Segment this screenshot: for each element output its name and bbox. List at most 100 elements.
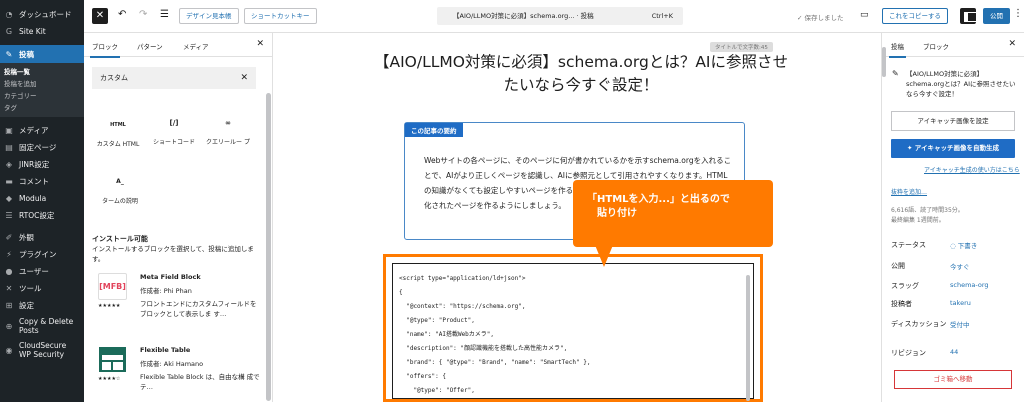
inserter-scrollbar[interactable] bbox=[266, 93, 271, 401]
submenu-tag[interactable]: タグ bbox=[0, 102, 84, 114]
sitekit-icon: G bbox=[5, 27, 13, 36]
settings-icon: ⊞ bbox=[5, 301, 13, 310]
code-line: "description": "顔認識機能を搭載した高性能カメラ", bbox=[399, 345, 568, 352]
settings-sidebar-toggle[interactable] bbox=[960, 8, 977, 24]
tab-blocks[interactable]: ブロック bbox=[90, 41, 120, 58]
submenu-category[interactable]: カテゴリー bbox=[0, 90, 84, 102]
menu-item-copy-delete[interactable]: ⊕ Copy & Delete Posts bbox=[0, 314, 84, 338]
admin-menu: ◔ ダッシュボード G Site Kit ✎ 投稿 投稿一覧 投稿を追加 カテゴリー … bbox=[0, 0, 84, 402]
status-value[interactable]: ◌ 下書き bbox=[950, 240, 977, 250]
tab-media[interactable]: メディア bbox=[183, 41, 209, 51]
copy-this-button[interactable]: これをコピーする bbox=[882, 8, 948, 24]
menu-label: Modula bbox=[19, 194, 47, 203]
close-inserter-button[interactable]: ✕ bbox=[92, 8, 108, 24]
installable-description: インストールするブロックを選択して、投稿に追加します。 bbox=[92, 245, 254, 263]
revisions-value[interactable]: 44 bbox=[950, 348, 958, 356]
tab-block[interactable]: ブロック bbox=[923, 41, 949, 51]
menu-item-tools[interactable]: ✕ ツール bbox=[0, 280, 84, 297]
menu-label: コメント bbox=[19, 177, 49, 186]
menu-label: プラグイン bbox=[19, 250, 57, 259]
document-overview-icon[interactable]: ☰ bbox=[160, 9, 169, 20]
block-shortcode[interactable]: [/] ショートコード bbox=[148, 119, 200, 147]
menu-item-sitekit[interactable]: G Site Kit bbox=[0, 23, 84, 40]
set-featured-image-button[interactable]: アイキャッチ画像を設定 bbox=[891, 111, 1015, 131]
block-label: ショートコード bbox=[152, 139, 195, 146]
custom-html-block[interactable]: <script type="application/ld+json"> { "@… bbox=[383, 254, 763, 402]
menu-item-pages[interactable]: ▤ 固定ページ bbox=[0, 139, 84, 156]
menu-label: 固定ページ bbox=[19, 143, 57, 152]
submenu-add-post[interactable]: 投稿を追加 bbox=[0, 78, 84, 90]
menu-item-rtoc[interactable]: ☰ RTOC設定 bbox=[0, 207, 84, 224]
plugin-name: Meta Field Block bbox=[140, 273, 201, 281]
menu-item-settings[interactable]: ⊞ 設定 bbox=[0, 297, 84, 314]
block-search-input[interactable]: カスタム ✕ bbox=[92, 67, 256, 89]
shortcut-key-button[interactable]: ショートカットキー bbox=[244, 8, 317, 24]
menu-item-cloudsecure[interactable]: ◉ CloudSecure WP Security bbox=[0, 338, 84, 362]
code-scrollbar[interactable] bbox=[746, 275, 750, 401]
author-value[interactable]: takeru bbox=[950, 299, 971, 307]
html-code-editor[interactable]: <script type="application/ld+json"> { "@… bbox=[392, 263, 754, 399]
discussion-label: ディスカッション bbox=[891, 320, 947, 328]
document-title: 【AIO/LLMO対策に必須】schema.org... · 投稿 bbox=[453, 7, 594, 25]
inserter-tabs: ブロック パターン メディア ✕ bbox=[84, 33, 272, 58]
settings-tabs: 投稿 ブロック ✕ bbox=[882, 33, 1024, 58]
menu-item-plugins[interactable]: ⚡ プラグイン bbox=[0, 246, 84, 263]
add-excerpt-link[interactable]: 抜粋を追加… bbox=[891, 187, 927, 196]
auto-featured-image-button[interactable]: ✦ アイキャッチ画像を自動生成 bbox=[891, 139, 1015, 158]
submenu-all-posts[interactable]: 投稿一覧 bbox=[0, 66, 84, 78]
copy-icon: ⊕ bbox=[5, 321, 13, 331]
tab-post[interactable]: 投稿 bbox=[889, 41, 906, 58]
status-text: 下書き bbox=[957, 242, 978, 250]
pin-icon: ✎ bbox=[892, 69, 899, 78]
block-label: クエリールー プ bbox=[206, 139, 250, 146]
settings-scrollbar[interactable] bbox=[882, 47, 886, 77]
discussion-value[interactable]: 受付中 bbox=[950, 319, 970, 329]
undo-icon[interactable]: ↶ bbox=[118, 9, 126, 20]
rating-stars: ★★★★☆ bbox=[98, 376, 121, 382]
redo-icon[interactable]: ↷ bbox=[139, 9, 147, 20]
callout-line-2: 貼り付け bbox=[597, 208, 637, 219]
magic-icon: ✦ bbox=[907, 144, 915, 152]
posts-submenu: 投稿一覧 投稿を追加 カテゴリー タグ bbox=[0, 63, 84, 117]
block-query-loop[interactable]: ∞ クエリールー プ bbox=[202, 119, 254, 147]
menu-item-modula[interactable]: ◆ Modula bbox=[0, 190, 84, 207]
move-to-trash-button[interactable]: ゴミ箱へ移動 bbox=[894, 370, 1012, 389]
close-icon[interactable]: ✕ bbox=[1008, 39, 1016, 49]
menu-item-media[interactable]: ▣ メディア bbox=[0, 122, 84, 139]
close-icon[interactable]: ✕ bbox=[256, 39, 264, 49]
block-custom-html[interactable]: HTML カスタム HTML bbox=[92, 121, 144, 149]
tab-patterns[interactable]: パターン bbox=[137, 41, 163, 51]
installable-heading: インストール可能 bbox=[92, 235, 148, 243]
mfb-logo: [MFB] bbox=[98, 273, 127, 300]
post-title[interactable]: 【AIO/LLMO対策に必須】schema.orgとは？AIに参照させたいなら今… bbox=[371, 51, 791, 97]
publish-button[interactable]: 公開 bbox=[983, 8, 1010, 24]
options-icon[interactable]: ⋮ bbox=[1013, 8, 1023, 19]
document-title-bar[interactable]: 【AIO/LLMO対策に必須】schema.org... · 投稿 Ctrl+K bbox=[437, 7, 683, 25]
saved-status: ✓ 保存しました bbox=[797, 14, 844, 22]
auto-howto-link[interactable]: アイキャッチ生成の使い方はこちら bbox=[924, 165, 1020, 174]
view-icon[interactable]: ▭ bbox=[860, 10, 869, 20]
menu-item-dashboard[interactable]: ◔ ダッシュボード bbox=[0, 6, 84, 23]
plugin-flexible-table[interactable]: ★★★★☆ Flexible Table 作成者: Aki Hamano Fle… bbox=[98, 346, 268, 402]
pattern-library-button[interactable]: デザイン見本帳 bbox=[179, 8, 239, 24]
plugin-description: フロントエンドにカスタムフィールドをブロックとして表示しま す… bbox=[140, 300, 257, 318]
menu-item-users[interactable]: ● ユーザー bbox=[0, 263, 84, 280]
block-term-description[interactable]: A_ タームの説明 bbox=[94, 178, 146, 206]
menu-item-appearance[interactable]: ✐ 外観 bbox=[0, 229, 84, 246]
status-label: ステータス bbox=[891, 241, 926, 249]
slug-value[interactable]: schema-org bbox=[950, 281, 989, 289]
code-line: "name": "AI搭載Webカメラ", bbox=[399, 331, 495, 338]
editor-toolbar: ✕ ↶ ↷ ☰ デザイン見本帳 ショートカットキー 【AIO/LLMO対策に必須… bbox=[84, 0, 1024, 33]
search-value: カスタム bbox=[100, 74, 128, 82]
menu-item-jinr[interactable]: ◈ JINR設定 bbox=[0, 156, 84, 173]
auto-button-label: アイキャッチ画像を自動生成 bbox=[914, 144, 999, 152]
rating-stars: ★★★★★ bbox=[98, 303, 121, 309]
last-edited: 最終編集 1週間前。 bbox=[891, 217, 945, 224]
menu-item-posts[interactable]: ✎ 投稿 bbox=[0, 45, 84, 63]
plugin-name: Flexible Table bbox=[140, 346, 191, 354]
publish-value[interactable]: 今すぐ bbox=[950, 261, 970, 271]
menu-item-comments[interactable]: ▬ コメント bbox=[0, 173, 84, 190]
clear-search-icon[interactable]: ✕ bbox=[240, 67, 248, 89]
plugin-meta-field-block[interactable]: [MFB] ★★★★★ Meta Field Block 作成者: Phi Ph… bbox=[98, 273, 268, 329]
menu-label: RTOC設定 bbox=[19, 211, 55, 220]
